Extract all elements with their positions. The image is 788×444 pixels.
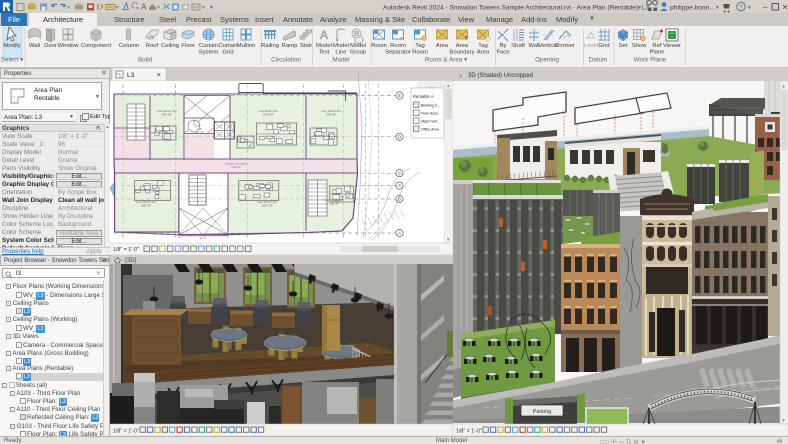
svg-text:Model: Model — [332, 57, 349, 64]
svg-text:Build: Build — [138, 57, 152, 64]
svg-text:Curtain: Curtain — [199, 43, 218, 49]
svg-text:1140 SF: 1140 SF — [262, 113, 273, 117]
svg-text:⌂: ⌂ — [459, 73, 462, 79]
svg-text:Separator: Separator — [385, 49, 411, 55]
svg-text:Model: Model — [350, 43, 366, 49]
svg-text:D: D — [398, 134, 401, 139]
svg-text:620 SF: 620 SF — [329, 202, 339, 206]
svg-text:▼: ▼ — [781, 418, 785, 423]
svg-text:640 SF: 640 SF — [162, 113, 172, 117]
svg-text:Dormer: Dormer — [555, 43, 575, 49]
svg-text:{3D}: {3D} — [125, 258, 137, 264]
svg-text:Modify: Modify — [3, 43, 20, 49]
svg-text:Stair: Stair — [300, 43, 312, 49]
svg-text:Circulation: Circulation — [271, 57, 301, 64]
svg-text:Roof: Roof — [146, 43, 159, 49]
svg-text:Group: Group — [350, 49, 367, 55]
svg-text:B: B — [398, 197, 401, 202]
svg-text:Text: Text — [319, 49, 330, 55]
svg-text:▼: ▼ — [446, 237, 450, 242]
svg-text:Line: Line — [335, 49, 347, 55]
svg-text:990 SF: 990 SF — [326, 113, 336, 117]
svg-text:Tag: Tag — [478, 43, 488, 49]
svg-text:Wall: Wall — [29, 43, 40, 49]
svg-text:1/8" = 1'-0": 1/8" = 1'-0" — [113, 247, 139, 253]
svg-text:By: By — [500, 43, 507, 49]
svg-text:1/8" = 1'-0": 1/8" = 1'-0" — [456, 429, 482, 435]
svg-text:990 SF: 990 SF — [141, 204, 151, 208]
svg-text:Floor: Floor — [181, 43, 194, 49]
svg-text:Room: Room — [371, 43, 387, 49]
svg-text:System: System — [199, 49, 219, 55]
svg-text:✕: ✕ — [156, 72, 161, 79]
svg-text:Model: Model — [316, 43, 332, 49]
svg-text:1249 SF: 1249 SF — [231, 165, 241, 169]
svg-text:Tag: Tag — [415, 43, 425, 49]
svg-text:44'-7": 44'-7" — [199, 237, 206, 241]
svg-text:Mullion: Mullion — [237, 43, 256, 49]
svg-text:Door: Door — [44, 43, 57, 49]
svg-text:Show: Show — [632, 43, 647, 49]
svg-text:Level: Level — [584, 43, 598, 49]
svg-text:1160 SF: 1160 SF — [261, 204, 272, 208]
svg-text:L3: L3 — [127, 72, 135, 79]
svg-text:Column: Column — [119, 43, 139, 49]
svg-text:Opening: Opening — [535, 57, 559, 64]
svg-text:E: E — [398, 93, 401, 98]
svg-text:Railing: Railing — [261, 43, 279, 49]
svg-text:Viewer: Viewer — [663, 43, 681, 49]
svg-text:Grid: Grid — [598, 43, 609, 49]
svg-text:Shaft: Shaft — [511, 43, 525, 49]
svg-text:A: A — [398, 231, 401, 236]
svg-text:Model: Model — [333, 43, 349, 49]
svg-text:▲: ▲ — [781, 84, 785, 89]
svg-text:Area: Area — [456, 43, 469, 49]
svg-text:Work Plane: Work Plane — [634, 57, 667, 64]
svg-text:Room: Room — [412, 49, 428, 55]
svg-text:Plane: Plane — [649, 49, 665, 55]
svg-text:Rentable A: Rentable A — [413, 94, 434, 99]
svg-text:1/8" = 1'-0": 1/8" = 1'-0" — [113, 429, 139, 435]
svg-text:Component: Component — [81, 43, 112, 49]
svg-text:Ramp: Ramp — [282, 43, 298, 49]
svg-text:Room & Area ▾: Room & Area ▾ — [425, 57, 467, 64]
svg-text:Face: Face — [496, 49, 510, 55]
svg-text:A: A — [320, 28, 328, 42]
svg-text:Grid: Grid — [222, 49, 233, 55]
svg-text:Window: Window — [58, 43, 80, 49]
svg-text:Curtain: Curtain — [219, 43, 238, 49]
svg-text:Parking: Parking — [533, 409, 552, 415]
svg-text:394 SF: 394 SF — [194, 131, 203, 135]
svg-text:Select ▾: Select ▾ — [1, 57, 23, 64]
svg-text:Office Area: Office Area — [421, 128, 439, 132]
svg-text:▲: ▲ — [446, 83, 450, 88]
svg-text:Major Vert...: Major Vert... — [421, 120, 440, 124]
svg-text:Boundary: Boundary — [449, 49, 474, 55]
svg-text:Ref: Ref — [652, 43, 662, 49]
svg-text:Floor Area: Floor Area — [421, 112, 438, 116]
svg-text:Set: Set — [619, 43, 628, 49]
svg-text:Building C...: Building C... — [421, 104, 440, 108]
svg-text:Ceiling: Ceiling — [161, 43, 179, 49]
svg-text:3D (Shaded) Uncropped: 3D (Shaded) Uncropped — [468, 73, 533, 79]
svg-text:Area: Area — [436, 43, 449, 49]
svg-text:Area: Area — [477, 49, 490, 55]
svg-text:C: C — [398, 171, 401, 176]
svg-text:Room: Room — [390, 43, 406, 49]
svg-text:Datum: Datum — [589, 57, 608, 64]
